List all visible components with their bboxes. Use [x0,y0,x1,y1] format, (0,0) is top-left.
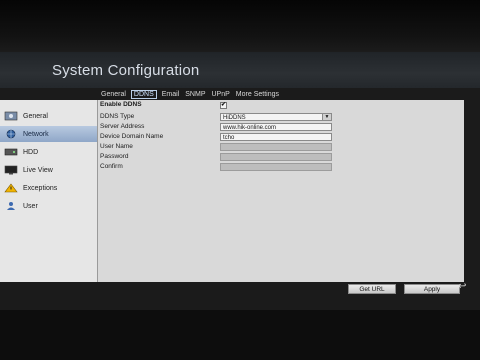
network-icon [4,129,18,139]
server-address-row: Server Address www.hik-online.com [100,123,332,132]
chevron-down-icon: ▼ [322,114,331,120]
tab-more-settings[interactable]: More Settings [235,91,280,98]
user-name-row: User Name [100,143,332,152]
tab-general[interactable]: General [100,91,127,98]
tab-bar: General DDNS Email SNMP UPnP More Settin… [100,88,280,100]
device-domain-name-label: Device Domain Name [100,133,164,140]
warning-icon [4,183,18,193]
password-row: Password [100,153,332,162]
apply-button[interactable]: Apply [404,284,460,294]
back-arrow-icon[interactable]: ↩ [458,282,470,292]
header-band: System Configuration [0,52,480,88]
sidebar-item-label: Network [23,130,49,138]
page-title: System Configuration [52,62,200,79]
device-domain-name-field[interactable]: tcho [220,133,332,141]
password-label: Password [100,153,129,160]
sidebar: General Network HDD Live View Exceptions [0,100,98,310]
get-url-button[interactable]: Get URL [348,284,396,294]
enable-ddns-checkbox[interactable]: ✔ [220,102,227,109]
sidebar-item-hdd[interactable]: HDD [0,144,97,160]
tab-upnp[interactable]: UPnP [211,91,231,98]
server-address-label: Server Address [100,123,145,130]
footer-bar: Get URL Apply ↩ [0,282,480,310]
server-address-field[interactable]: www.hik-online.com [220,123,332,131]
sidebar-item-general[interactable]: General [0,108,97,124]
sidebar-item-label: User [23,202,38,210]
enable-ddns-label: Enable DDNS [100,101,142,108]
ddns-type-row: DDNS Type HiDDNS ▼ [100,113,332,122]
sidebar-item-exceptions[interactable]: Exceptions [0,180,97,196]
sidebar-item-user[interactable]: User [0,198,97,214]
sidebar-item-network[interactable]: Network [0,126,97,142]
user-name-field[interactable] [220,143,332,151]
user-name-label: User Name [100,143,133,150]
tab-ddns[interactable]: DDNS [130,89,157,99]
sidebar-item-label: Exceptions [23,184,58,192]
tab-snmp[interactable]: SNMP [184,91,206,98]
device-domain-name-row: Device Domain Name tcho [100,133,332,142]
ddns-type-label: DDNS Type [100,113,135,120]
sidebar-item-label: HDD [23,148,39,156]
monitor-bottom [0,310,480,360]
confirm-field[interactable] [220,163,332,171]
user-icon [4,201,18,211]
gear-icon [4,111,18,121]
sidebar-item-label: General [23,112,48,120]
ddns-type-value: HiDDNS [223,115,246,121]
ddns-settings-panel: Enable DDNS ✔ DDNS Type HiDDNS ▼ Server … [98,100,464,310]
ddns-type-select[interactable]: HiDDNS ▼ [220,113,332,121]
screen: System Configuration General DDNS Email … [0,52,480,310]
hdd-icon [4,147,18,157]
monitor-icon [4,165,18,175]
confirm-label: Confirm [100,163,123,170]
tab-email[interactable]: Email [161,91,181,98]
enable-ddns-row: Enable DDNS ✔ [100,101,227,110]
confirm-row: Confirm [100,163,332,172]
sidebar-item-live-view[interactable]: Live View [0,162,97,178]
monitor-bezel [0,0,480,52]
sidebar-item-label: Live View [23,166,53,174]
password-field[interactable] [220,153,332,161]
